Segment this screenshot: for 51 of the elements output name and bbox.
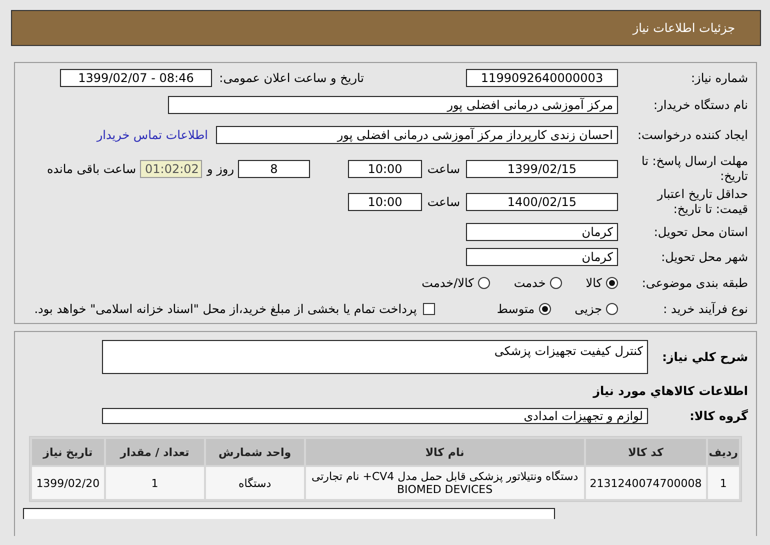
table-cell: دستگاه ونتیلاتور پزشکی قابل حمل مدل CV4+ نام تجارتی BIOMED DEVICES <box>306 467 584 499</box>
contact-link[interactable]: اطلاعات تماس خریدار <box>96 128 208 142</box>
field-label: حداقل تاریخ اعتبار قیمت: تا تاریخ: <box>656 187 748 217</box>
announce-date-field: 1399/02/07 - 08:46 <box>60 69 212 87</box>
province-field: کرمان <box>466 223 618 241</box>
radio-label: کالا <box>586 276 602 290</box>
column-header: تاریخ نیاز <box>32 439 104 465</box>
payment-note: پرداخت تمام یا بخشی از مبلغ خرید،از محل "اسناد خزانه اسلامی" خواهد بود. <box>34 302 417 316</box>
need-number-field: 1199092640000003 <box>466 69 618 87</box>
table-cell: 1399/02/20 <box>32 467 104 499</box>
header-title: جزئیات اطلاعات نیاز <box>632 21 735 35</box>
table-cell: 1 <box>106 467 204 499</box>
table-cell: 2131240074700008 <box>586 467 706 499</box>
field-label: ایجاد کننده درخواست: <box>636 128 748 142</box>
field-label: استان محل تحویل: <box>652 225 748 239</box>
table-cell: 1 <box>708 467 739 499</box>
validity-time-field: 10:00 <box>348 193 422 211</box>
field-label: نام دستگاه خریدار: <box>652 98 748 112</box>
field-label: نوع فرآیند خرید : <box>662 302 748 316</box>
field-label: شرح کلي نياز: <box>661 350 748 364</box>
field-label: شهر محل تحویل: <box>660 250 748 264</box>
field-label: شماره نیاز: <box>690 71 748 85</box>
goods-group-field: لوازم و تجهیزات امدادی <box>102 408 648 424</box>
remaining-days-field: 8 <box>238 160 310 178</box>
table-cell: دستگاه <box>206 467 304 499</box>
field-label: ساعت <box>426 162 460 176</box>
deadline-date-field: 1399/02/15 <box>466 160 618 178</box>
field-label: مهلت ارسال پاسخ: تا تاریخ: <box>640 154 748 184</box>
column-header: تعداد / مقدار <box>106 439 204 465</box>
field-label: تاریخ و ساعت اعلان عمومی: <box>218 71 364 85</box>
description-field: کنترل کيفيت تجهيزات پزشکی <box>102 340 648 374</box>
section-title: اطلاعات كالاهاي مورد نياز <box>593 384 748 398</box>
column-header: ردیف <box>708 439 739 465</box>
deadline-time-field: 10:00 <box>348 160 422 178</box>
column-header: کد کالا <box>586 439 706 465</box>
column-header: نام کالا <box>306 439 584 465</box>
field-label: ساعت <box>426 195 460 209</box>
field-label: گروه کالا: <box>688 409 748 423</box>
radio-label: کالا/خدمت <box>422 276 474 290</box>
buyer-field: مرکز آموزشی درمانی افضلی پور <box>168 96 618 114</box>
requester-field: احسان زندی کارپرداز مرکز آموزشی درمانی افضلی پور <box>216 126 618 144</box>
radio-label: متوسط <box>496 302 535 316</box>
radio-label: خدمت <box>514 276 546 290</box>
field-label: روز و <box>206 162 234 176</box>
column-header: واحد شمارش <box>206 439 304 465</box>
city-field: کرمان <box>466 248 618 266</box>
validity-date-field: 1400/02/15 <box>466 193 618 211</box>
radio-label: جزیی <box>574 302 602 316</box>
field-label: ساعت باقی مانده <box>46 162 136 176</box>
remaining-time-field: 01:02:02 <box>140 160 202 178</box>
field-label: طبقه بندی موضوعی: <box>640 276 748 290</box>
